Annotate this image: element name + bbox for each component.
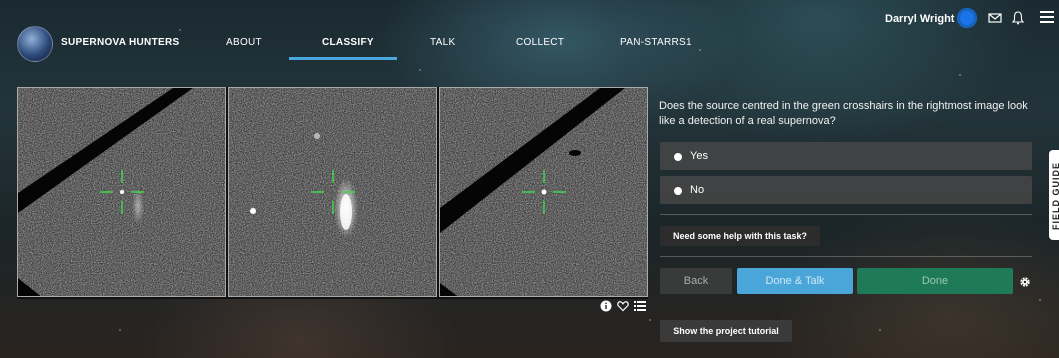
- show-tutorial-button[interactable]: Show the project tutorial: [660, 320, 792, 342]
- task-question: Does the source centred in the green cro…: [659, 100, 1028, 127]
- avatar[interactable]: [957, 8, 977, 28]
- nav-about[interactable]: ABOUT: [226, 37, 262, 48]
- bell-icon[interactable]: [1010, 10, 1026, 26]
- subject-panel-template[interactable]: [17, 87, 226, 297]
- field-guide-label: FIELD GUIDE: [1051, 161, 1059, 230]
- active-tab-indicator: [289, 57, 397, 60]
- gear-icon[interactable]: [1019, 276, 1031, 288]
- done-button[interactable]: Done: [857, 268, 1013, 294]
- project-title[interactable]: SUPERNOVA HUNTERS: [61, 37, 179, 48]
- subject-panel-difference[interactable]: [228, 87, 437, 297]
- nav-collect[interactable]: COLLECT: [516, 37, 564, 48]
- radio-yes[interactable]: [674, 153, 682, 161]
- nav-pan-starrs1[interactable]: PAN-STARRS1: [620, 37, 692, 48]
- divider: [660, 214, 1032, 215]
- answer-no[interactable]: No: [660, 176, 1032, 204]
- back-button[interactable]: Back: [660, 268, 732, 294]
- field-guide-tab[interactable]: FIELD GUIDE: [1049, 150, 1059, 240]
- info-icon[interactable]: [600, 300, 612, 312]
- menu-icon[interactable]: [1040, 11, 1054, 25]
- collections-icon[interactable]: [634, 300, 646, 312]
- divider: [660, 256, 1032, 257]
- nav-classify[interactable]: CLASSIFY: [322, 37, 374, 48]
- nav-talk[interactable]: TALK: [430, 37, 455, 48]
- help-button[interactable]: Need some help with this task?: [660, 226, 820, 246]
- user-name[interactable]: Darryl Wright: [885, 13, 954, 25]
- subject-panel-target[interactable]: [439, 87, 648, 297]
- subject-viewer: [17, 87, 648, 299]
- top-navigation: SUPERNOVA HUNTERS ABOUT CLASSIFY TALK CO…: [0, 0, 1059, 80]
- answer-label-yes: Yes: [690, 150, 708, 162]
- done-and-talk-button[interactable]: Done & Talk: [737, 268, 853, 294]
- answer-label-no: No: [690, 184, 705, 196]
- mail-icon[interactable]: [987, 10, 1003, 26]
- heart-icon[interactable]: [617, 300, 629, 312]
- project-logo[interactable]: [17, 26, 53, 62]
- answer-yes[interactable]: Yes: [660, 142, 1032, 170]
- radio-no[interactable]: [674, 187, 682, 195]
